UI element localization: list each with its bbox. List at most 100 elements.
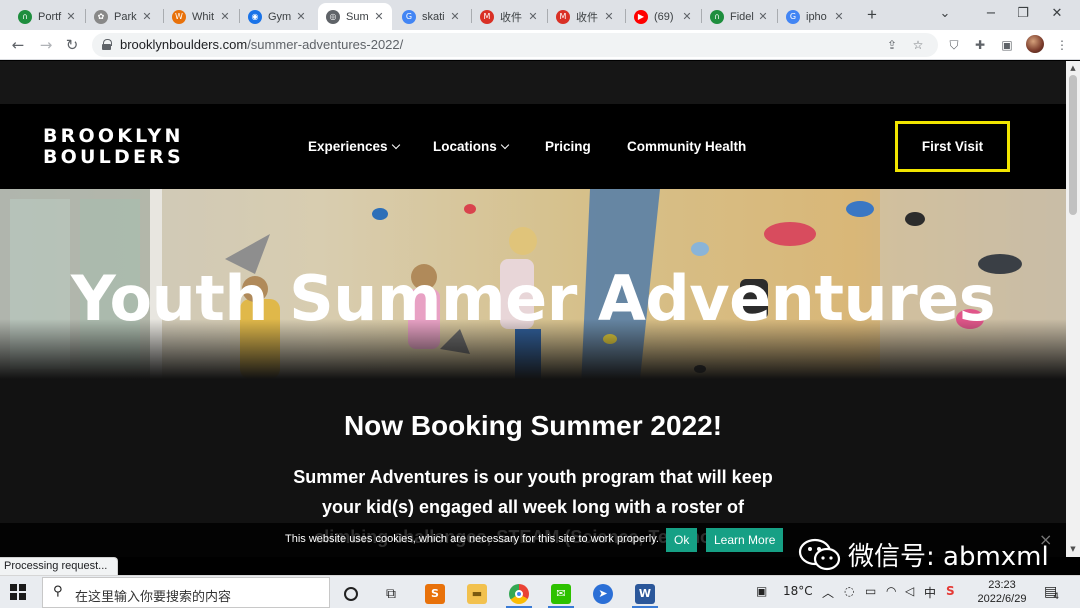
park-logo-icon: ✿ (94, 9, 108, 24)
tab-close-icon[interactable]: ✕ (64, 10, 78, 23)
notification-center-icon[interactable]: ▤4 (1044, 584, 1063, 602)
reload-button[interactable]: ↻ (62, 35, 82, 55)
browser-tab[interactable]: ◉ Gym ✕ (240, 3, 314, 30)
word-taskbar-icon[interactable]: W (628, 579, 662, 608)
tab-label: 收件 (500, 11, 522, 24)
tab-label: Fidel (730, 10, 754, 23)
tab-close-icon[interactable]: ✕ (680, 10, 694, 23)
scroll-up-arrow-icon[interactable]: ▲ (1068, 64, 1078, 72)
first-visit-button[interactable]: First Visit (895, 121, 1010, 172)
taskbar-clock[interactable]: 23:23 2022/6/29 (970, 578, 1034, 606)
search-icon: ⚲ (53, 584, 63, 599)
cookie-learn-more-button[interactable]: Learn More (706, 528, 784, 552)
sublime-text-icon[interactable]: S (418, 579, 452, 608)
browser-tab[interactable]: W Whit ✕ (164, 3, 238, 30)
tab-label: Sum (346, 10, 369, 23)
forward-button[interactable]: → (36, 35, 56, 55)
browser-tab[interactable]: Gskati ✕ (394, 3, 468, 30)
gmail-icon: M (556, 9, 570, 24)
tab-close-icon[interactable]: ✕ (448, 10, 462, 23)
cookie-ok-button[interactable]: Ok (666, 528, 698, 552)
tab-label: (69) (654, 10, 674, 23)
tab-separator (85, 9, 86, 23)
wechat-taskbar-icon[interactable]: ✉ (544, 579, 578, 608)
browser-tab[interactable]: ◎ Sum ✕ (318, 3, 392, 30)
wifi-icon[interactable]: ◠ (886, 584, 896, 598)
side-panel-icon[interactable]: ▣ (998, 36, 1016, 54)
tab-label: Portf (38, 10, 62, 23)
tab-search-icon[interactable]: ⌄ (922, 0, 968, 30)
url-text: brooklynboulders.com/summer-adventures-2… (120, 37, 404, 52)
taskbar-search-input[interactable]: ⚲ 在这里输入你要搜索的内容 (42, 577, 330, 608)
browser-status-text: Processing request... (0, 557, 119, 575)
tray-chevron-icon[interactable]: ︿ (822, 584, 834, 601)
windows-taskbar: ⚲ 在这里输入你要搜索的内容 ⧉ S ▬ ✉ ➤ W ▣ 18°C ︿ ◌ ▭ … (0, 575, 1080, 608)
nav-locations[interactable]: Locations (433, 139, 510, 154)
browser-tab[interactable]: M 收件 ✕ (472, 3, 546, 30)
cortana-icon[interactable] (334, 579, 368, 608)
battery-icon[interactable]: ▭ (865, 584, 876, 598)
windows-start-icon[interactable] (10, 584, 26, 600)
ime-indicator[interactable]: 中 (924, 584, 936, 601)
nav-community-health[interactable]: Community Health (627, 139, 746, 154)
tray-app-icon[interactable]: ◌ (844, 584, 854, 598)
cookie-text: This website uses cookies, which are nec… (285, 533, 659, 545)
chrome-taskbar-icon[interactable] (502, 579, 536, 608)
sogou-ime-icon[interactable]: S (946, 584, 955, 598)
page-scrollbar[interactable]: ▲ ▼ (1066, 61, 1080, 557)
web-page: BROOKLYN BOULDERS Experiences Locations … (0, 61, 1066, 557)
tab-separator (163, 9, 164, 23)
scroll-down-arrow-icon[interactable]: ▼ (1068, 545, 1078, 553)
file-explorer-icon[interactable]: ▬ (460, 579, 494, 608)
tab-label: Gym (268, 10, 292, 23)
new-tab-button[interactable]: + (862, 5, 882, 25)
tab-close-icon[interactable]: ✕ (294, 10, 308, 23)
chevron-down-icon (500, 140, 510, 150)
shield-extension-icon[interactable]: ⛉ (945, 36, 963, 54)
close-window-button[interactable]: ✕ (1034, 0, 1080, 30)
scroll-thumb[interactable] (1069, 75, 1077, 215)
browser-tab[interactable]: M 收件 ✕ (548, 3, 622, 30)
profile-avatar[interactable] (1026, 35, 1044, 53)
tab-close-icon[interactable]: ✕ (602, 10, 616, 23)
tab-label: ipho (806, 10, 827, 23)
browser-tab[interactable]: Gipho ✕ (778, 3, 852, 30)
browser-tab[interactable]: ▶ (69) ✕ (626, 3, 700, 30)
green-app-icon: ∩ (710, 9, 724, 24)
volume-icon[interactable]: ◁ (905, 584, 914, 598)
brooklyn-boulders-logo[interactable]: BROOKLYN BOULDERS (43, 126, 184, 168)
kebab-menu-icon[interactable]: ⋮ (1053, 36, 1071, 54)
white-logo-icon: W (172, 9, 186, 24)
nav-experiences[interactable]: Experiences (308, 139, 400, 154)
tab-close-icon[interactable]: ✕ (372, 10, 386, 23)
tab-separator (701, 9, 702, 23)
tab-close-icon[interactable]: ✕ (140, 10, 154, 23)
share-icon[interactable]: ⇪ (884, 37, 900, 53)
tab-close-icon[interactable]: ✕ (526, 10, 540, 23)
feishu-taskbar-icon[interactable]: ➤ (586, 579, 620, 608)
browser-tab[interactable]: ∩ Fidel ✕ (702, 3, 776, 30)
extensions-puzzle-icon[interactable]: ✚ (971, 36, 989, 54)
tab-close-icon[interactable]: ✕ (832, 10, 846, 23)
tab-label: Whit (192, 10, 214, 23)
back-button[interactable]: ← (8, 35, 28, 55)
bookmark-star-icon[interactable]: ☆ (910, 37, 926, 53)
tab-separator (239, 9, 240, 23)
task-view-icon[interactable]: ⧉ (374, 579, 408, 608)
site-header: BROOKLYN BOULDERS Experiences Locations … (0, 104, 1066, 189)
tab-label: 收件 (576, 11, 598, 24)
address-bar[interactable]: brooklynboulders.com/summer-adventures-2… (92, 33, 938, 57)
youtube-icon: ▶ (634, 9, 648, 24)
browser-tab[interactable]: ∩ Portf ✕ (10, 3, 84, 30)
chevron-down-icon (391, 140, 400, 150)
tab-close-icon[interactable]: ✕ (756, 10, 770, 23)
temperature-text[interactable]: 18°C (783, 584, 813, 598)
globe-icon: ◉ (248, 9, 262, 24)
tab-label: skati (422, 10, 445, 23)
google-icon: G (402, 9, 416, 24)
tab-label: Park (114, 10, 137, 23)
tab-close-icon[interactable]: ✕ (218, 10, 232, 23)
browser-tab[interactable]: ✿ Park ✕ (86, 3, 160, 30)
weather-icon[interactable]: ▣ (756, 584, 767, 598)
nav-pricing[interactable]: Pricing (545, 139, 591, 154)
